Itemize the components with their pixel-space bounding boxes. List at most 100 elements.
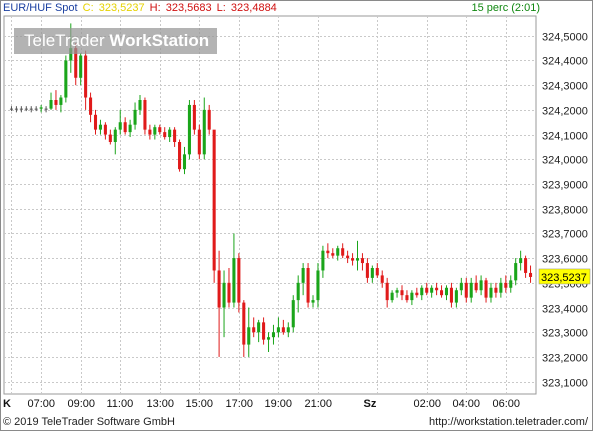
candle-body [133, 109, 137, 125]
candle-body [326, 250, 330, 254]
candle-body [331, 253, 335, 256]
candle-body [227, 282, 231, 303]
candle-body [420, 287, 424, 296]
candle-body [158, 127, 162, 133]
candle-body [113, 129, 117, 142]
candle-body [217, 270, 221, 308]
candle-body [341, 248, 345, 256]
candle-body [24, 108, 28, 110]
candle-body [257, 322, 261, 333]
candle-body [232, 258, 236, 303]
candle-body [182, 154, 187, 170]
watermark-logo: TeleTrader WorkStation [14, 28, 217, 54]
candle-body [435, 287, 439, 291]
candle-body [286, 327, 290, 333]
candle-body [425, 287, 429, 293]
candle-body [187, 104, 191, 155]
watermark-text-workstation: WorkStation [109, 31, 210, 50]
candle-body [168, 129, 172, 138]
candle-body [212, 129, 216, 271]
candle-body [291, 300, 295, 328]
candle-body [197, 129, 201, 155]
candle [197, 124, 201, 160]
candle-body [469, 282, 473, 298]
candle [192, 100, 196, 135]
candle-body [89, 97, 93, 115]
y-tick-label: 324,5000 [542, 32, 588, 44]
candle-body [103, 124, 107, 135]
candle-body [519, 258, 523, 264]
candle [178, 139, 182, 172]
candle-body [395, 290, 399, 293]
y-tick-label: 323,2000 [542, 353, 588, 365]
candle-body [39, 107, 43, 109]
candle-body [281, 327, 285, 333]
candle-body [192, 104, 196, 130]
candle-body [59, 97, 63, 105]
candle-body [108, 134, 112, 142]
candle-body [14, 108, 18, 110]
candle-body [138, 100, 142, 110]
candle [306, 263, 310, 308]
candle-body [163, 132, 167, 138]
candle-body [252, 327, 256, 333]
y-tick-label: 323,9000 [542, 180, 588, 192]
candle [64, 55, 68, 103]
candle-body [385, 282, 389, 301]
candle-body [34, 108, 38, 110]
y-tick-label: 323,6000 [542, 254, 588, 266]
x-tick-label: 17:00 [226, 398, 254, 410]
x-tick-label: Sz [364, 398, 377, 410]
footer-url-link[interactable]: http://workstation.teletrader.com/ [429, 416, 588, 428]
candle-body [390, 292, 394, 301]
candle-body [143, 100, 147, 130]
candle-body [524, 258, 528, 273]
candle-body [242, 302, 246, 345]
candle-body [410, 292, 414, 301]
candle-body [449, 287, 453, 303]
candlestick-chart[interactable]: 323,1000323,2000323,3000323,4000323,5000… [1, 1, 592, 430]
candle-body [400, 290, 404, 296]
y-tick-label: 323,7000 [542, 229, 588, 241]
y-tick-label: 324,4000 [542, 56, 588, 68]
candle-body [484, 280, 488, 298]
candle-body [311, 300, 315, 303]
candle-body [459, 282, 463, 291]
candle-body [178, 142, 182, 170]
x-tick-label: 04:00 [453, 398, 481, 410]
candle-body [454, 290, 458, 303]
y-tick-label: 323,1000 [542, 378, 588, 390]
candle-body [262, 322, 266, 340]
candle-body [306, 268, 310, 303]
candle [143, 97, 147, 135]
candle-body [266, 337, 271, 340]
y-tick-label: 324,0000 [542, 155, 588, 167]
y-tick-label: 324,3000 [542, 81, 588, 93]
candle-body [351, 258, 355, 261]
candle-body [430, 287, 434, 293]
x-tick-label: 06:00 [493, 398, 521, 410]
candle-body [375, 268, 379, 276]
candle-body [415, 292, 419, 296]
candle-body [514, 263, 518, 281]
candle-body [128, 124, 132, 133]
candle-body [98, 124, 102, 130]
candle-body [405, 295, 409, 301]
x-tick-label: 21:00 [305, 398, 333, 410]
y-tick-label: 323,3000 [542, 328, 588, 340]
x-tick-label: 11:00 [107, 398, 134, 410]
candle-body [494, 287, 498, 293]
candle [291, 295, 295, 333]
y-tick-label: 323,8000 [542, 205, 588, 217]
x-tick-label: 07:00 [28, 398, 56, 410]
watermark-text-teletrader: TeleTrader [24, 31, 105, 50]
last-price-label: 323,5237 [541, 272, 587, 284]
candle-body [123, 122, 127, 133]
x-tick-label: 19:00 [265, 398, 293, 410]
copyright-text: © 2019 TeleTrader Software GmbH [3, 416, 175, 428]
candle-body [29, 108, 33, 110]
candle-body [370, 268, 374, 278]
candle-body [336, 248, 340, 256]
candle-body [237, 258, 241, 303]
candle-body [360, 258, 364, 264]
